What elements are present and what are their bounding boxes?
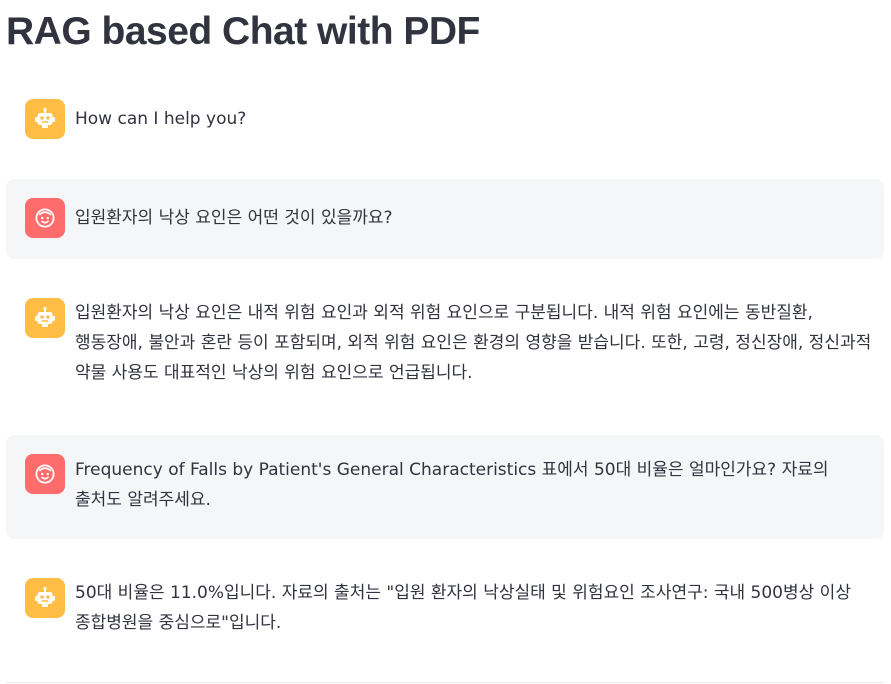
message-text: 입원환자의 낙상 요인은 내적 위험 요인과 외적 위험 요인으로 구분됩니다.…	[75, 303, 872, 383]
message-text: 50대 비율은 11.0%입니다. 자료의 출처는 "입원 환자의 낙상실태 및…	[75, 583, 851, 633]
robot-icon	[35, 306, 55, 327]
chat-message-assistant: 50대 비율은 11.0%입니다. 자료의 출처는 "입원 환자의 낙상실태 및…	[6, 560, 884, 660]
robot-icon	[35, 586, 55, 607]
message-text: How can I help you?	[75, 109, 247, 129]
chat-message-user: 입원환자의 낙상 요인은 어떤 것이 있을까요?	[6, 179, 884, 259]
robot-icon	[35, 107, 55, 128]
smiley-face-icon	[35, 464, 55, 484]
assistant-avatar	[25, 298, 65, 338]
user-avatar	[25, 454, 65, 494]
page-title: RAG based Chat with PDF	[6, 10, 480, 53]
chat-message-assistant: How can I help you?	[6, 94, 884, 144]
message-text: 입원환자의 낙상 요인은 어떤 것이 있을까요?	[75, 208, 393, 228]
smiley-face-icon	[35, 208, 55, 228]
assistant-avatar	[25, 578, 65, 618]
divider	[6, 682, 884, 683]
assistant-avatar	[25, 99, 65, 139]
user-avatar	[25, 198, 65, 238]
message-text: Frequency of Falls by Patient's General …	[75, 460, 829, 510]
chat-message-user: Frequency of Falls by Patient's General …	[6, 435, 884, 539]
chat-message-assistant: 입원환자의 낙상 요인은 내적 위험 요인과 외적 위험 요인으로 구분됩니다.…	[6, 280, 884, 400]
